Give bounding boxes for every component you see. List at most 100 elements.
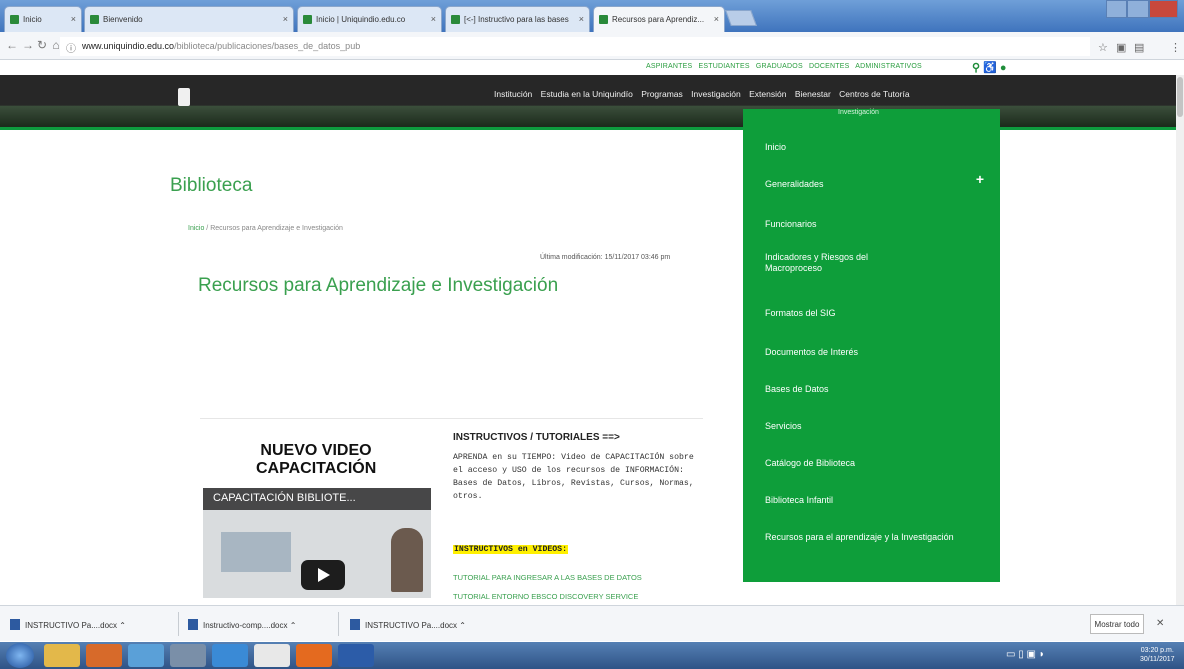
minimize-button[interactable]: [1106, 0, 1128, 18]
address-bar-row: ← → ↻ ⌂ ⓘ www.uniquindio.edu.co/bibliote…: [0, 32, 1184, 60]
audience-link[interactable]: ADMINISTRATIVOS: [855, 63, 922, 70]
browser-tab[interactable]: Inicio | Uniquindio.edu.co ×: [297, 6, 442, 32]
browser-tab-active[interactable]: Recursos para Aprendiz... ×: [593, 6, 725, 33]
dropdown-item-documentos[interactable]: Documentos de Interés: [765, 347, 858, 358]
browser-tab[interactable]: Inicio ×: [4, 6, 82, 32]
dropdown-item-indicadores[interactable]: Indicadores y Riesgos del Macroproceso: [765, 252, 915, 274]
search-icon[interactable]: ⚲: [972, 62, 980, 74]
video-image-presenter: [391, 528, 423, 592]
globe-icon[interactable]: ●: [1000, 62, 1007, 74]
nav-item-institucion[interactable]: Institución: [494, 89, 532, 99]
close-tab-icon[interactable]: ×: [431, 14, 436, 24]
show-all-button[interactable]: Mostrar todo: [1090, 614, 1144, 634]
nav-item-centros-tutoria[interactable]: Centros de Tutoría: [839, 89, 909, 99]
scrollbar-thumb[interactable]: [1177, 77, 1183, 117]
instructivos-highlight: INSTRUCTIVOS en VIDEOS:: [453, 545, 569, 554]
new-tab-button[interactable]: [725, 10, 757, 26]
favicon-icon: [90, 15, 99, 24]
expand-plus-icon[interactable]: +: [976, 171, 984, 187]
nav-item-programas[interactable]: Programas: [641, 89, 683, 99]
breadcrumb: Inicio / Recursos para Aprendizaje e Inv…: [188, 225, 343, 232]
chrome-icon[interactable]: [254, 644, 290, 667]
app-icon[interactable]: [128, 644, 164, 667]
dropdown-item-recursos[interactable]: Recursos para el aprendizaje y la Invest…: [765, 532, 965, 543]
download-item[interactable]: Instructivo-comp....docx ⌃: [188, 614, 296, 634]
info-icon[interactable]: ⓘ: [66, 40, 76, 55]
page-scrollbar[interactable]: [1176, 75, 1184, 605]
audience-link[interactable]: GRADUADOS: [756, 63, 803, 70]
close-tab-icon[interactable]: ×: [283, 14, 288, 24]
breadcrumb-home[interactable]: Inicio: [188, 225, 204, 232]
main-nav: Institución Estudia en la Uniquindío Pro…: [494, 89, 916, 99]
browser-tab[interactable]: Bienvenido ×: [84, 6, 294, 32]
system-clock[interactable]: 03:20 p.m. 30/11/2017: [1140, 646, 1175, 664]
section-title: Biblioteca: [170, 175, 253, 196]
window-controls: [1106, 0, 1178, 18]
nav-accent-line: [0, 127, 1184, 130]
explorer-icon[interactable]: [44, 644, 80, 667]
instructivos-text: APRENDA en su TIEMPO: Video de CAPACITAC…: [453, 453, 694, 501]
dropdown-item-biblioteca-infantil[interactable]: Biblioteca Infantil: [765, 495, 833, 506]
dropdown-item-formatos-sig[interactable]: Formatos del SIG: [765, 308, 836, 319]
breadcrumb-separator: /: [206, 225, 209, 232]
nav-item-bienestar[interactable]: Bienestar: [795, 89, 831, 99]
internet-explorer-icon[interactable]: [212, 644, 248, 667]
menu-icon[interactable]: ⋮: [1170, 41, 1181, 54]
downloads-bar: INSTRUCTIVO Pa....docx ⌃ Instructivo-com…: [0, 605, 1184, 641]
dropdown-item-funcionarios[interactable]: Funcionarios: [765, 219, 817, 230]
dropdown-item-catalogo[interactable]: Catálogo de Biblioteca: [765, 458, 855, 469]
university-logo[interactable]: [178, 88, 190, 106]
site-navbar: Institución Estudia en la Uniquindío Pro…: [0, 75, 1184, 127]
extension-icon[interactable]: ▤: [1134, 41, 1144, 54]
maximize-button[interactable]: [1127, 0, 1149, 18]
back-icon[interactable]: ←: [4, 38, 20, 52]
star-icon[interactable]: ☆: [1098, 41, 1108, 54]
tray-icon[interactable]: ▯: [1018, 649, 1024, 660]
nav-item-estudia[interactable]: Estudia en la Uniquindío: [541, 89, 633, 99]
nav-item-extension[interactable]: Extensión: [749, 89, 786, 99]
audience-link[interactable]: ESTUDIANTES: [699, 63, 750, 70]
video-image-people: [221, 532, 291, 572]
favicon-icon: [10, 15, 19, 24]
page-title: Recursos para Aprendizaje e Investigació…: [198, 275, 559, 296]
download-item[interactable]: INSTRUCTIVO Pa....docx ⌃: [10, 614, 126, 634]
word-doc-icon: [10, 619, 20, 630]
last-modified: Última modificación: 15/11/2017 03:46 pm: [540, 254, 671, 261]
site-utility-row: ASPIRANTES ESTUDIANTES GRADUADOS DOCENTE…: [0, 61, 1184, 75]
play-icon[interactable]: [301, 560, 345, 590]
app-icon[interactable]: [170, 644, 206, 667]
nav-item-investigacion[interactable]: Investigación: [691, 89, 741, 99]
url-input[interactable]: ⓘ www.uniquindio.edu.co/biblioteca/publi…: [60, 37, 1090, 56]
dropdown-item-inicio[interactable]: Inicio: [765, 142, 786, 153]
favicon-icon: [451, 15, 460, 24]
close-tab-icon[interactable]: ×: [71, 14, 76, 24]
media-player-icon[interactable]: [86, 644, 122, 667]
start-button[interactable]: [6, 643, 34, 668]
network-icon[interactable]: ▣: [1027, 649, 1036, 660]
audience-link[interactable]: ASPIRANTES: [646, 63, 692, 70]
dropdown-item-bases-datos[interactable]: Bases de Datos: [765, 384, 829, 395]
firefox-icon[interactable]: [296, 644, 332, 667]
download-separator: [338, 612, 339, 636]
close-downloads-icon[interactable]: ✕: [1156, 618, 1164, 629]
content-divider: [200, 418, 703, 419]
favicon-icon: [599, 15, 608, 24]
audience-link[interactable]: DOCENTES: [809, 63, 850, 70]
browser-tab[interactable]: [<-] Instructivo para las bases ×: [445, 6, 590, 32]
video-thumbnail[interactable]: CAPACITACIÓN BIBLIOTE...: [203, 488, 431, 598]
extension-icon[interactable]: ▣: [1116, 41, 1126, 54]
tutorial-link-bases[interactable]: TUTORIAL PARA INGRESAR A LAS BASES DE DA…: [453, 573, 642, 582]
accessibility-icon[interactable]: ♿: [983, 62, 997, 74]
tray-icon[interactable]: ▭: [1006, 649, 1015, 660]
download-separator: [178, 612, 179, 636]
close-tab-icon[interactable]: ×: [714, 14, 719, 24]
tutorial-link-ebsco[interactable]: TUTORIAL ENTORNO EBSCO DISCOVERY SERVICE: [453, 592, 638, 601]
volume-icon[interactable]: ◗: [1039, 649, 1045, 660]
close-tab-icon[interactable]: ×: [579, 14, 584, 24]
dropdown-item-generalidades[interactable]: Generalidades: [765, 179, 824, 190]
dropdown-item-servicios[interactable]: Servicios: [765, 421, 802, 432]
download-item[interactable]: INSTRUCTIVO Pa....docx ⌃: [350, 614, 466, 634]
word-icon[interactable]: [338, 644, 374, 667]
close-window-button[interactable]: [1148, 0, 1178, 18]
video-heading: NUEVO VIDEO CAPACITACIÓN: [256, 442, 377, 477]
